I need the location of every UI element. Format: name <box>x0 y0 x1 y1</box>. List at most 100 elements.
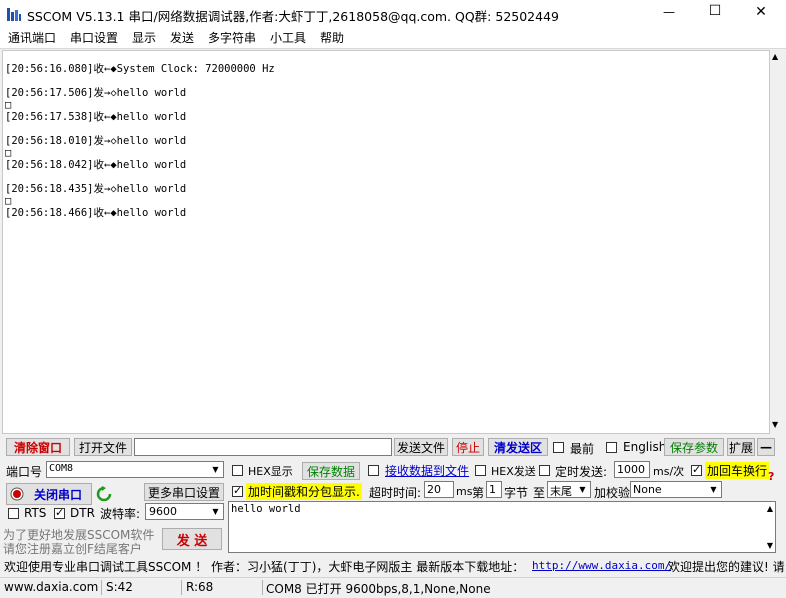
send-scroll-up-icon[interactable]: ▲ <box>767 504 773 513</box>
log-ts: [20:56:18.435] <box>5 183 94 195</box>
clear-send-button[interactable]: 清发送区 <box>488 438 548 456</box>
english-checkbox[interactable] <box>606 442 617 453</box>
log-ts: [20:56:17.506] <box>5 87 94 99</box>
status-divider <box>101 580 102 595</box>
checksum-select[interactable]: None ▼ <box>630 481 722 498</box>
hex-send-label: HEX发送 <box>491 465 536 478</box>
hex-send-checkbox[interactable] <box>475 465 486 476</box>
recv-to-file-label[interactable]: 接收数据到文件 <box>385 462 469 479</box>
log-ts: [20:56:18.010] <box>5 135 94 147</box>
status-recv: R:68 <box>186 580 214 594</box>
port-select[interactable]: COM8 ▼ <box>46 461 224 478</box>
topmost-checkbox[interactable] <box>553 442 564 453</box>
byte-prefix: 第 <box>472 486 485 500</box>
menu-tools[interactable]: 小工具 <box>270 29 306 46</box>
byte-index-input[interactable]: 1 <box>486 481 502 498</box>
menu-multi-string[interactable]: 多字符串 <box>208 29 256 46</box>
log-line: [20:56:18.042]收←◆hello world <box>5 159 275 183</box>
recv-to-file-checkbox[interactable] <box>368 465 379 476</box>
log-dir: 发→◇ <box>93 87 117 99</box>
menu-comm-port[interactable]: 通讯端口 <box>8 29 56 46</box>
log-dir: 发→◇ <box>93 183 117 195</box>
status-site[interactable]: www.daxia.com <box>4 580 98 594</box>
record-icon <box>10 487 24 501</box>
dtr-label: DTR <box>70 506 95 520</box>
save-params-button[interactable]: 保存参数 <box>664 438 724 456</box>
log-trail: □ <box>5 147 12 159</box>
status-port: COM8 已打开 9600bps,8,1,None,None <box>266 582 491 596</box>
ticker-url[interactable]: http://www.daxia.com/ <box>532 559 671 572</box>
collapse-button[interactable]: — <box>757 438 775 456</box>
log-trail: □ <box>5 195 12 207</box>
receive-log[interactable]: [20:56:16.080]收←◆System Clock: 72000000 … <box>2 50 770 434</box>
english-label: English <box>623 440 667 454</box>
menu-serial-settings[interactable]: 串口设置 <box>70 29 118 46</box>
more-serial-settings-button[interactable]: 更多串口设置 <box>144 483 224 501</box>
baud-value: 9600 <box>149 505 177 518</box>
chevron-down-icon[interactable]: ▼ <box>208 504 223 519</box>
chevron-down-icon[interactable]: ▼ <box>208 462 223 477</box>
log-line: [20:56:17.506]发→◇hello world □ <box>5 87 275 111</box>
timestamp-label: 加时间戳和分包显示. <box>246 483 362 500</box>
baud-select[interactable]: 9600 ▼ <box>145 503 224 520</box>
stop-button[interactable]: 停止 <box>452 438 484 456</box>
end-select[interactable]: 末尾 ▼ <box>547 481 591 498</box>
app-logo-icon <box>7 8 21 21</box>
send-file-button[interactable]: 发送文件 <box>394 438 448 456</box>
close-port-label: 关闭串口 <box>34 487 83 502</box>
log-scrollbar[interactable]: ▲ ▼ <box>770 50 784 434</box>
ticker-bar: 欢迎使用专业串口调试工具SSCOM ！ 作者：习小猛(丁丁)，大虾电子网版主 最… <box>0 556 786 574</box>
scroll-down-icon[interactable]: ▼ <box>772 420 778 429</box>
timed-send-checkbox[interactable] <box>539 465 550 476</box>
timestamp-checkbox[interactable] <box>232 484 243 497</box>
menu-send[interactable]: 发送 <box>170 29 194 46</box>
log-line: [20:56:18.435]发→◇hello world □ <box>5 183 275 207</box>
chevron-down-icon[interactable]: ▼ <box>575 482 590 497</box>
title-bar[interactable]: SSCOM V5.13.1 串口/网络数据调试器,作者:大虾丁丁,2618058… <box>0 0 786 28</box>
status-bar: www.daxia.com S:42 R:68 COM8 已打开 9600bps… <box>0 577 786 598</box>
dtr-checkbox[interactable] <box>54 506 65 519</box>
menu-display[interactable]: 显示 <box>132 29 156 46</box>
interval-unit: ms/次 <box>653 465 685 478</box>
clear-window-button[interactable]: 清除窗口 <box>6 438 70 456</box>
send-scroll-down-icon[interactable]: ▼ <box>767 541 773 550</box>
rts-checkbox[interactable] <box>8 508 19 519</box>
close-button[interactable]: ✕ <box>746 4 776 20</box>
log-text: hello world <box>116 183 187 195</box>
refresh-icon[interactable] <box>96 486 112 502</box>
expand-button[interactable]: 扩展 <box>727 438 755 456</box>
byte-unit: 字节 <box>504 486 529 500</box>
end-value: 末尾 <box>550 485 572 498</box>
timed-send-label: 定时发送: <box>555 465 608 479</box>
save-data-button[interactable]: 保存数据 <box>302 462 360 480</box>
chevron-down-icon[interactable]: ▼ <box>706 482 721 497</box>
checksum-value: None <box>633 483 662 496</box>
timeout-label: 超时时间: <box>369 486 422 500</box>
log-text: hello world <box>116 87 187 99</box>
interval-input[interactable]: 1000 <box>614 461 650 478</box>
help-icon[interactable]: ? <box>768 470 774 483</box>
promo-line-2[interactable]: 请您注册嘉立创F结尾客户 <box>3 540 142 557</box>
rts-label: RTS <box>24 506 47 520</box>
menu-help[interactable]: 帮助 <box>320 29 344 46</box>
send-button[interactable]: 发 送 <box>162 528 222 550</box>
log-text: hello world <box>116 159 187 171</box>
maximize-button[interactable]: ☐ <box>700 3 730 19</box>
timeout-input[interactable]: 20 <box>424 481 454 498</box>
ticker-tail: 欢迎提出您的建议! 请 <box>668 560 785 574</box>
log-ts: [20:56:17.538] <box>5 111 94 123</box>
hex-display-checkbox[interactable] <box>232 465 243 476</box>
send-textarea[interactable]: hello world ▲ ▼ <box>228 501 776 553</box>
log-ts: [20:56:18.466] <box>5 207 94 219</box>
file-path-input[interactable] <box>134 438 392 456</box>
to-label: 至 <box>533 486 546 500</box>
minimize-button[interactable]: — <box>654 5 684 19</box>
log-dir: 收←◆ <box>93 159 117 171</box>
scroll-up-icon[interactable]: ▲ <box>772 52 778 61</box>
log-lines: [20:56:16.080]收←◆System Clock: 72000000 … <box>5 63 275 231</box>
checksum-label: 加校验 <box>594 486 631 500</box>
log-text: System Clock: 72000000 Hz <box>116 63 275 75</box>
close-port-button[interactable]: 关闭串口 <box>6 483 92 505</box>
add-crlf-checkbox[interactable] <box>691 463 702 476</box>
open-file-button[interactable]: 打开文件 <box>74 438 132 456</box>
